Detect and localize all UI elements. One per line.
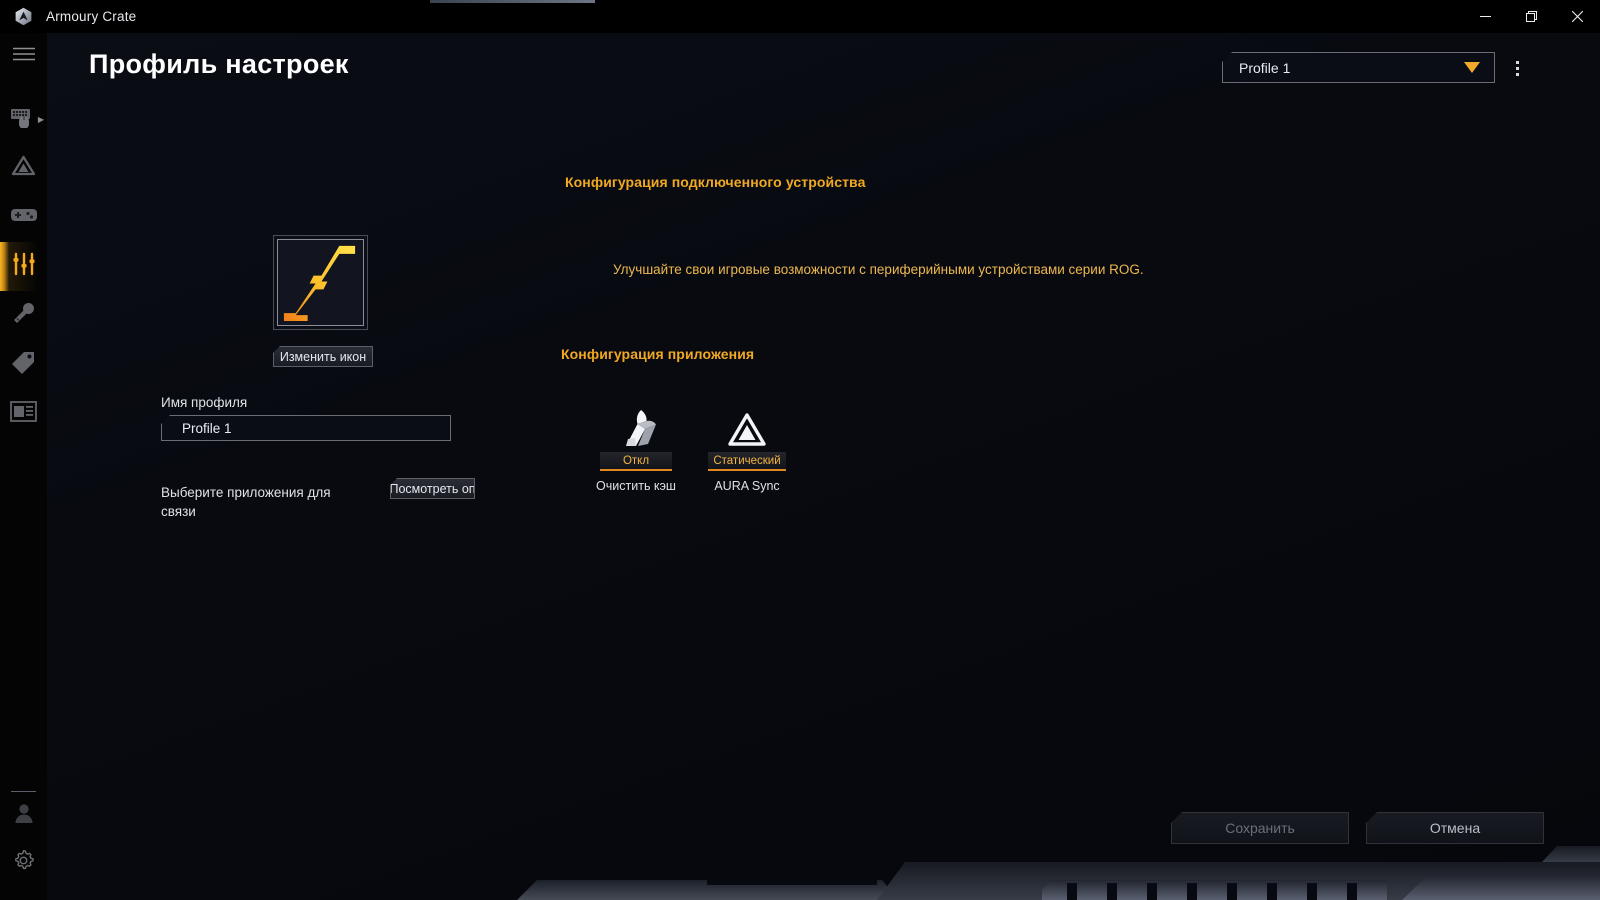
- wrench-tools-icon: [11, 301, 36, 331]
- hamburger-menu-icon[interactable]: [0, 33, 47, 79]
- kebab-dot: [1515, 72, 1519, 76]
- save-button[interactable]: Сохранить: [1171, 812, 1349, 844]
- armoury-crate-window: Armoury Crate ▶ Профиль настроек Профиль…: [0, 0, 1600, 900]
- profile-selector[interactable]: Profile 1: [1222, 52, 1495, 83]
- page-header: Профиль настроек Профиль настроек: [89, 49, 349, 103]
- close-icon[interactable]: [1554, 0, 1600, 33]
- clear-cache-status: Откл: [600, 452, 672, 471]
- hamburger-menu-glyph: [12, 47, 35, 66]
- main-content: Профиль настроек Профиль настроек Profil…: [47, 33, 1600, 900]
- news-window-icon: [10, 400, 37, 427]
- user-account-icon: [13, 802, 35, 829]
- profile-selector-value: Profile 1: [1239, 59, 1291, 76]
- aura-sync-label: AURA Sync: [714, 479, 780, 493]
- sidebar-item-news[interactable]: [0, 389, 47, 438]
- chevron-down-icon: [1464, 62, 1480, 73]
- sidebar-item-game-library[interactable]: [0, 193, 47, 242]
- keyboard-mouse-devices-icon: [10, 106, 38, 133]
- sidebar-item-deals[interactable]: [0, 340, 47, 389]
- sidebar-item-scenario-profiles[interactable]: [0, 242, 47, 291]
- sidebar-item-aura-sync[interactable]: [0, 144, 47, 193]
- change-icon-button[interactable]: Изменить икон: [273, 346, 373, 367]
- gamepad-game-library-icon: [10, 205, 38, 230]
- aura-sync-status: Статический: [708, 452, 786, 471]
- profile-icon-frame[interactable]: [273, 235, 368, 330]
- clear-cache-label: Очистить кэш: [596, 479, 676, 493]
- chevron-right-icon: ▶: [37, 114, 44, 124]
- kebab-dot: [1515, 60, 1519, 64]
- gear-settings-icon: [12, 849, 35, 877]
- app-title: Armoury Crate: [46, 9, 137, 24]
- profile-name-label: Имя профиля: [161, 395, 248, 410]
- kebab-menu-icon[interactable]: [1504, 53, 1530, 83]
- restore-icon[interactable]: [1508, 0, 1554, 33]
- sidebar: ▶: [0, 33, 47, 900]
- profile-name-value: Profile 1: [182, 420, 232, 436]
- broom-clear-cache-icon: [614, 406, 658, 448]
- sidebar-item-tools[interactable]: [0, 291, 47, 340]
- view-apps-button[interactable]: Посмотреть оп: [390, 478, 475, 499]
- app-config-tiles: Откл Очистить кэш Статический AURA Sync: [596, 406, 786, 493]
- aura-sync-triangle-icon: [727, 406, 767, 448]
- profile-icon-canvas: [277, 239, 364, 326]
- link-apps-label: Выберите приложения для связи: [161, 485, 331, 519]
- change-icon-button-wrap: Изменить икон: [273, 346, 373, 367]
- profile-name-input[interactable]: Profile 1: [161, 415, 451, 441]
- device-description: Улучшайте свои игровые возможности с пер…: [613, 262, 1144, 277]
- kebab-dot: [1515, 66, 1519, 70]
- app-tile-aura-sync[interactable]: Статический AURA Sync: [708, 406, 786, 493]
- aura-sync-triangle-icon: [11, 155, 36, 182]
- minimize-icon[interactable]: [1462, 0, 1508, 33]
- footer-actions: Сохранить Отмена: [1171, 812, 1544, 844]
- window-controls: [1462, 0, 1600, 33]
- device-section-title: Конфигурация подключенного устройства: [565, 174, 866, 190]
- page-title: Профиль настроек: [89, 49, 349, 79]
- profile-lightning-icon: [283, 245, 356, 322]
- app-section-title: Конфигурация приложения: [561, 346, 755, 362]
- tag-deals-icon: [11, 350, 36, 380]
- title-bar: Armoury Crate: [0, 0, 1600, 33]
- sidebar-item-user-account[interactable]: [0, 792, 47, 839]
- sidebar-item-devices[interactable]: ▶: [0, 95, 47, 144]
- app-tile-clear-cache[interactable]: Откл Очистить кэш: [596, 406, 676, 493]
- sidebar-item-settings[interactable]: [0, 839, 47, 886]
- titlebar-accent-line: [430, 0, 595, 3]
- cancel-button[interactable]: Отмена: [1366, 812, 1544, 844]
- sidebar-bottom-group: [0, 791, 47, 886]
- decorative-footer-graphic: [517, 846, 1600, 900]
- armoury-crate-logo-icon: [0, 0, 46, 33]
- view-apps-button-wrap: Посмотреть оп: [390, 478, 475, 499]
- sliders-scenario-profiles-icon: [12, 252, 36, 281]
